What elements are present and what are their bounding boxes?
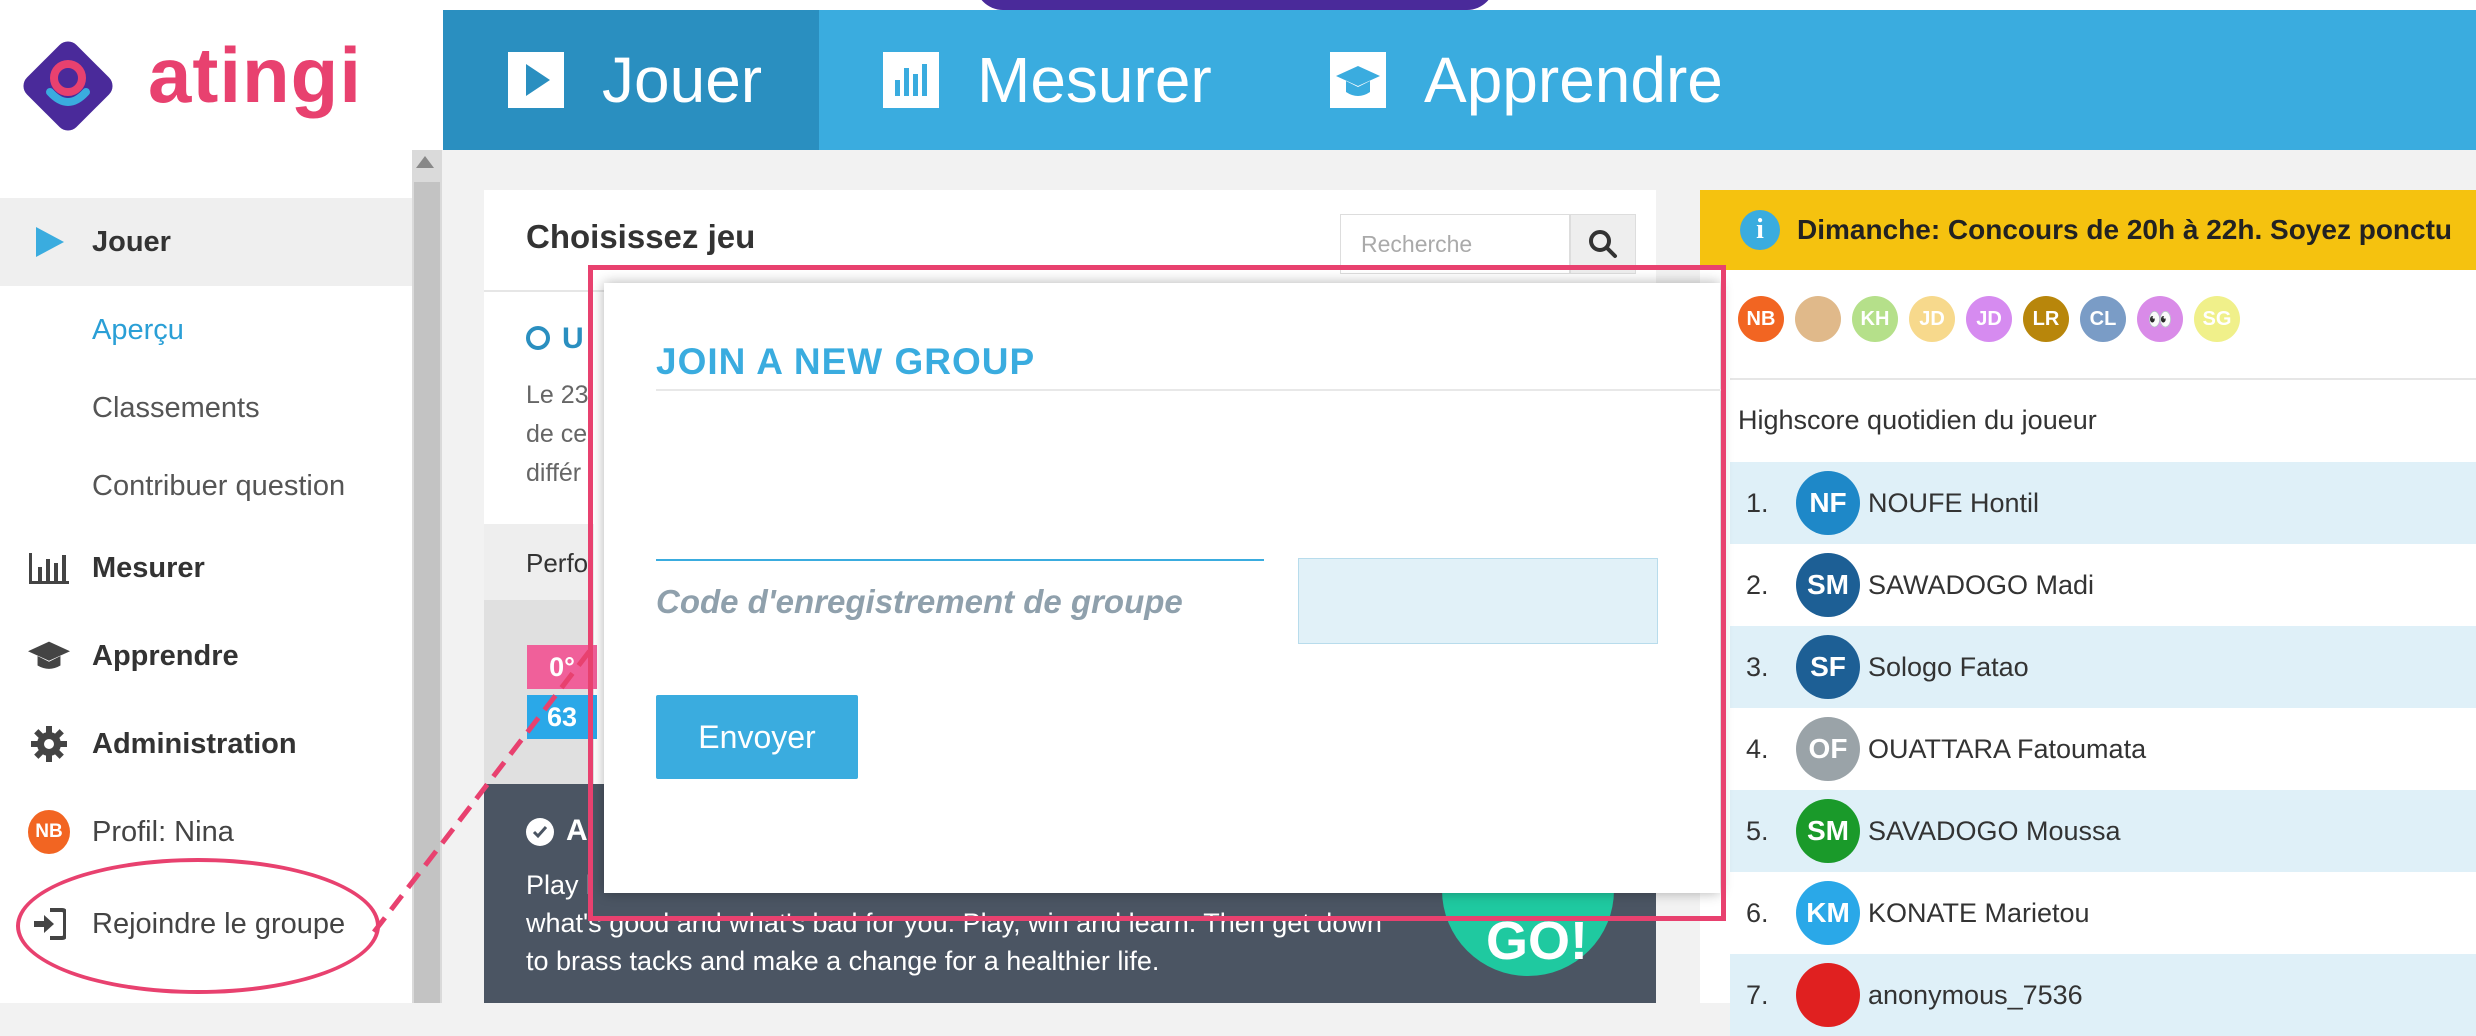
brand-name: atingi <box>148 31 362 119</box>
leaderboard-row[interactable]: 3. SF Sologo Fatao <box>1730 626 2476 708</box>
leaderboard-row[interactable]: 4. OF OUATTARA Fatoumata <box>1730 708 2476 790</box>
tab-label: Mesurer <box>977 44 1212 116</box>
partial-heading: U <box>562 322 584 355</box>
sidebar-item-apprendre[interactable]: Apprendre <box>0 624 412 688</box>
sidebar-item-apercu[interactable]: Aperçu <box>0 302 412 358</box>
avatar: SM <box>1796 799 1860 863</box>
leaderboard-row[interactable]: 6. KM KONATE Marietou <box>1730 872 2476 954</box>
player-name: SAWADOGO Madi <box>1868 569 2095 600</box>
avatar: SF <box>1796 635 1860 699</box>
info-icon: i <box>1740 210 1780 250</box>
tab-label: Jouer <box>602 44 763 116</box>
sidebar-item-jouer[interactable]: Jouer <box>0 198 412 286</box>
player-name: NOUFE Hontil <box>1868 487 2040 518</box>
logo-area[interactable]: atingi <box>0 10 443 150</box>
user-avatar[interactable]: 👀 <box>2137 296 2183 342</box>
play-icon <box>506 50 566 110</box>
leaderboard-row[interactable]: 1. NF NOUFE Hontil <box>1730 462 2476 544</box>
atingi-logo-icon <box>23 41 113 131</box>
leaderboard-row[interactable]: 5. SM SAVADOGO Moussa <box>1730 790 2476 872</box>
play-icon <box>28 221 70 263</box>
circle-icon <box>526 326 550 350</box>
tab-jouer[interactable]: Jouer <box>443 10 819 150</box>
scroll-up-arrow-icon[interactable] <box>416 156 434 168</box>
sidebar-item-mesurer[interactable]: Mesurer <box>0 536 412 600</box>
partial-description: Le 23 de ce différ <box>526 381 589 487</box>
avatar: NF <box>1796 471 1860 535</box>
rank-number: 6. <box>1746 897 1769 928</box>
user-avatar[interactable]: LR <box>2023 296 2069 342</box>
rank-number: 3. <box>1746 651 1769 682</box>
sidebar-item-contribuer-question[interactable]: Contribuer question <box>0 458 412 514</box>
player-name: OUATTARA Fatoumata <box>1868 733 2147 764</box>
divider <box>1730 378 2476 380</box>
gear-icon <box>28 723 70 765</box>
player-name: KONATE Marietou <box>1868 897 2090 928</box>
sidebar-item-classements[interactable]: Classements <box>0 380 412 436</box>
graduation-cap-icon <box>1328 50 1388 110</box>
player-name: Sologo Fatao <box>1868 651 2029 682</box>
avatar: SM <box>1796 553 1860 617</box>
banner-text: Dimanche: Concours de 20h à 22h. Soyez p… <box>1797 214 2453 245</box>
avatar: NB <box>28 810 70 854</box>
user-avatar[interactable]: SG <box>2194 296 2240 342</box>
rank-number: 2. <box>1746 569 1769 600</box>
top-strip <box>0 0 2476 10</box>
player-name: SAVADOGO Moussa <box>1868 815 2121 846</box>
highscore-title: Highscore quotidien du joueur <box>1738 405 2097 435</box>
top-nav: Jouer Mesurer Apprendre <box>443 10 2476 150</box>
leaderboard-row[interactable]: 2. SM SAWADOGO Madi <box>1730 544 2476 626</box>
announcement-banner: i Dimanche: Concours de 20h à 22h. Soyez… <box>1700 190 2476 270</box>
bar-chart-icon <box>28 547 70 589</box>
tab-mesurer[interactable]: Mesurer <box>881 10 1212 150</box>
annotation-dashed-line <box>372 646 594 934</box>
player-name: anonymous_7536 <box>1868 979 2083 1010</box>
graduation-cap-icon <box>28 635 70 677</box>
user-avatar[interactable]: CL <box>2080 296 2126 342</box>
user-avatar[interactable]: NB <box>1738 296 1784 342</box>
search-icon <box>1589 230 1617 258</box>
avatar: KM <box>1796 881 1860 945</box>
bar-chart-icon <box>881 50 941 110</box>
modal-highlight-frame <box>588 265 1726 921</box>
perf-header: Perfo <box>484 524 594 600</box>
decorative-arc <box>975 0 1495 10</box>
user-avatar[interactable]: JD <box>1909 296 1955 342</box>
user-avatar[interactable]: JD <box>1966 296 2012 342</box>
avatar <box>1796 963 1860 1027</box>
avatar: OF <box>1796 717 1860 781</box>
tab-label: Apprendre <box>1424 44 1723 116</box>
rank-number: 7. <box>1746 979 1769 1010</box>
tab-apprendre[interactable]: Apprendre <box>1328 10 1723 150</box>
sidebar-item-profil[interactable]: NB Profil: Nina <box>0 800 412 864</box>
user-avatar[interactable]: KH <box>1852 296 1898 342</box>
rank-number: 5. <box>1746 815 1769 846</box>
user-avatar[interactable] <box>1795 296 1841 342</box>
leaderboard-row[interactable]: 7. anonymous_7536 <box>1730 954 2476 1036</box>
highlight-ellipse <box>16 858 380 994</box>
rank-number: 4. <box>1746 733 1769 764</box>
game-card-title: Choisissez jeu <box>526 218 756 255</box>
sidebar-item-administration[interactable]: Administration <box>0 712 412 776</box>
rank-number: 1. <box>1746 487 1769 518</box>
